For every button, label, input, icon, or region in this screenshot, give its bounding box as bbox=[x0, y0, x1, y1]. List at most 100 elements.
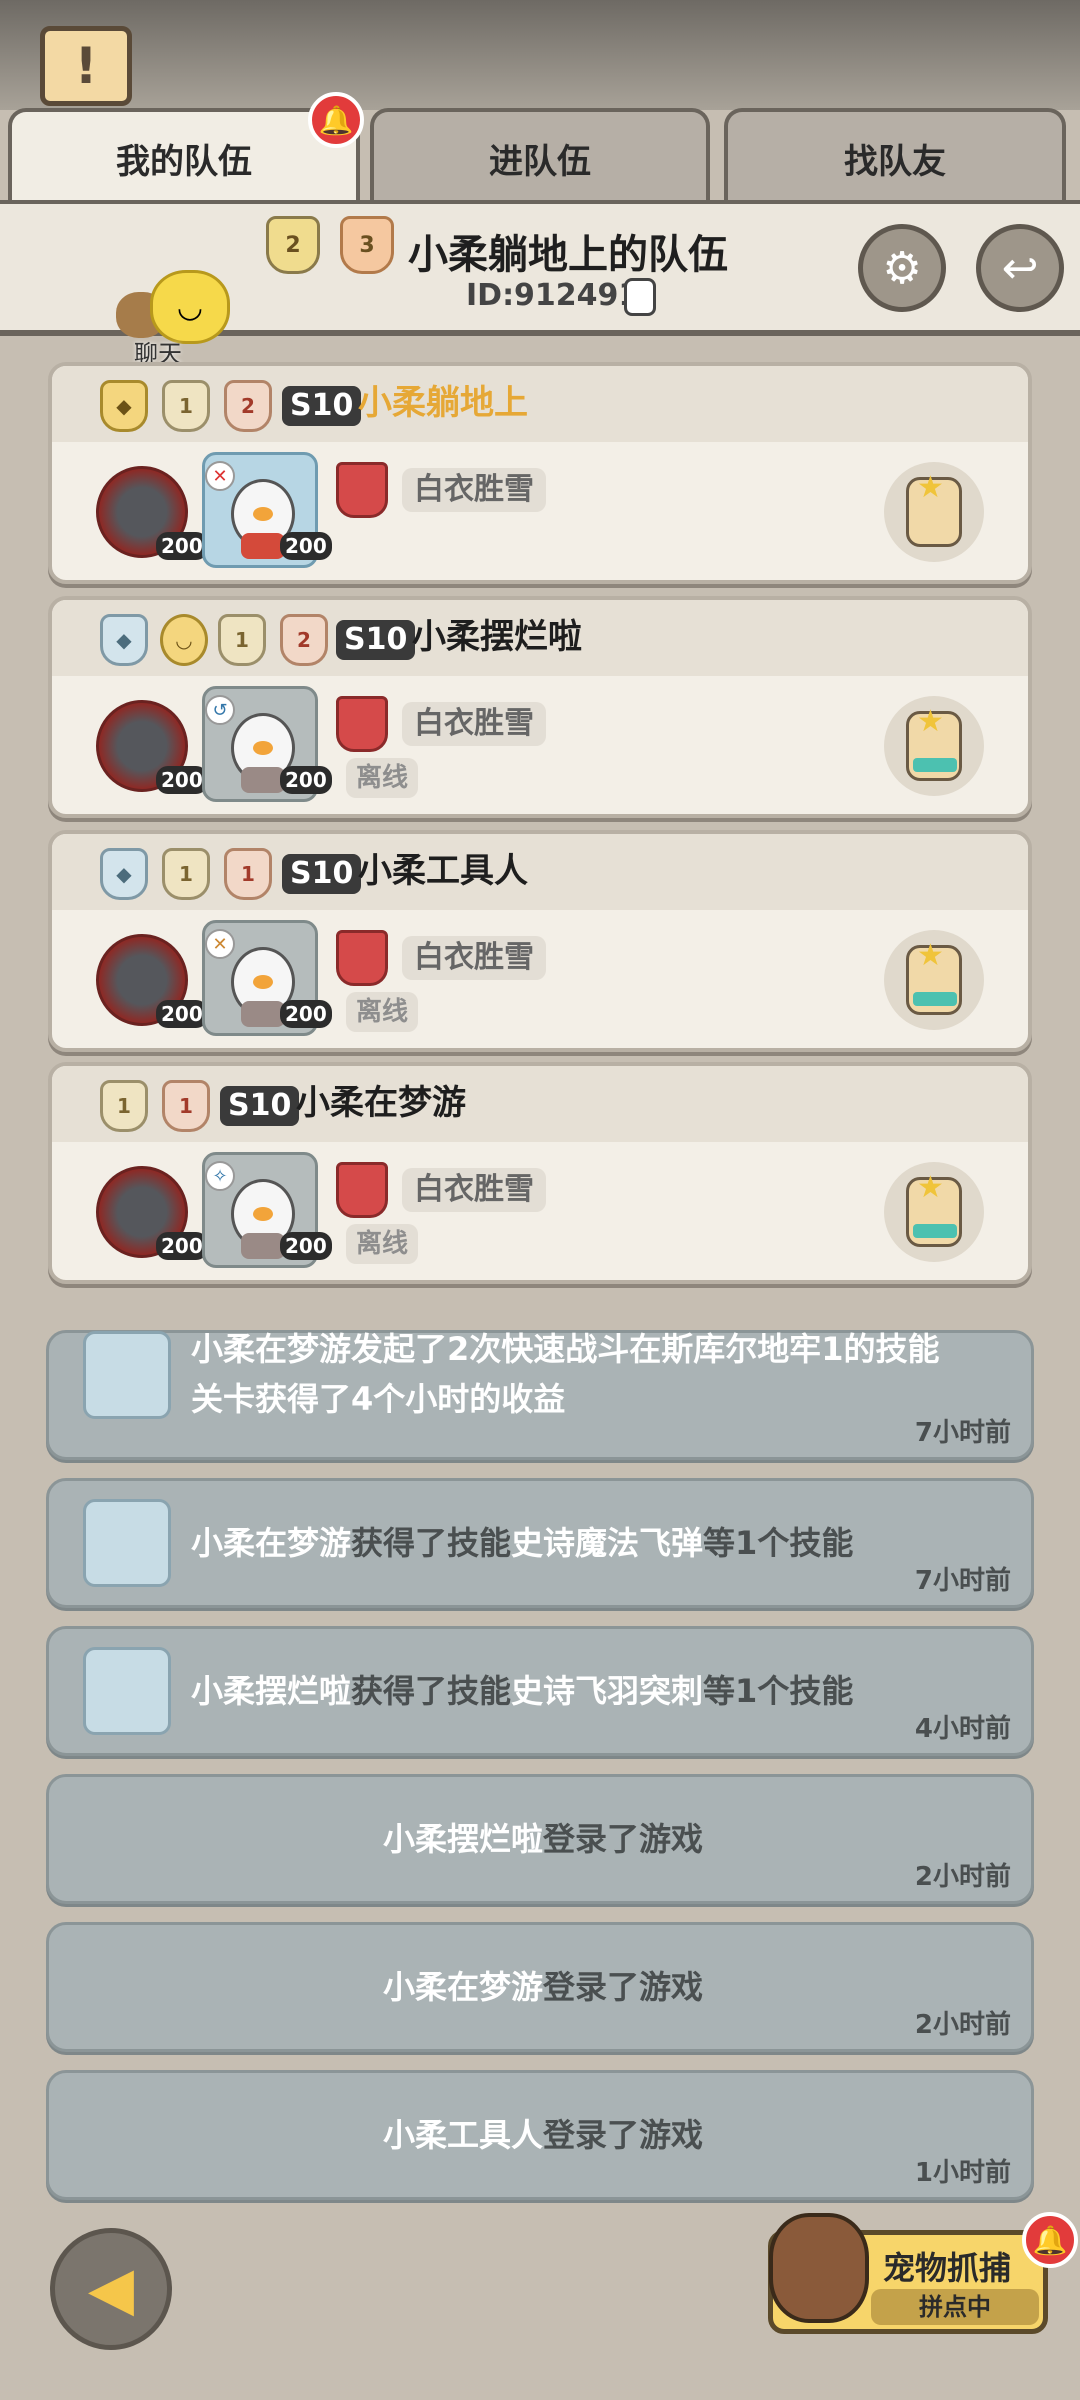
feed-time: 7小时前 bbox=[914, 1418, 1011, 1448]
like-hand-icon[interactable]: ★ bbox=[884, 462, 984, 562]
class-icon: ↺ bbox=[205, 695, 235, 725]
feed-item: 小柔工具人登录了游戏 1小时前 bbox=[46, 2070, 1034, 2200]
feed-time: 1小时前 bbox=[914, 2158, 1011, 2188]
team-notice-scroll-icon[interactable]: ! bbox=[40, 26, 132, 106]
title-banner-icon bbox=[336, 696, 388, 752]
star-icon: ★ bbox=[917, 470, 944, 505]
feed-item: 小柔在梦游登录了游戏 2小时前 bbox=[46, 1922, 1034, 2052]
team-medal-badge-icon: 3 bbox=[340, 216, 394, 274]
title-banner-icon bbox=[336, 1162, 388, 1218]
feed-action: 登录了游戏 bbox=[543, 1820, 704, 1858]
feed-text: 小柔摆烂啦登录了游戏 bbox=[49, 1813, 1037, 1865]
hand-shape: ★ bbox=[906, 1170, 962, 1247]
feed-time: 7小时前 bbox=[914, 1566, 1011, 1596]
member-name: 小柔摆烂啦 bbox=[412, 617, 582, 657]
level-badge-icon: 1 bbox=[162, 380, 210, 432]
title-banner-icon bbox=[336, 930, 388, 986]
offline-status: 离线 bbox=[346, 758, 419, 798]
title-tag: 白衣胜雪 bbox=[402, 936, 546, 980]
feed-player-name: 小柔在梦游 bbox=[191, 1524, 352, 1562]
feed-skill-name: 史诗魔法飞弹 bbox=[511, 1524, 704, 1562]
star-icon: ★ bbox=[917, 704, 944, 739]
hand-shape: ★ bbox=[906, 938, 962, 1015]
feed-skill-name: 史诗飞羽突刺 bbox=[511, 1672, 704, 1710]
like-hand-icon[interactable]: ★ bbox=[884, 930, 984, 1030]
feed-action: 登录了游戏 bbox=[543, 1968, 704, 2006]
tab-find-teammates[interactable]: 找队友 bbox=[724, 108, 1066, 204]
feed-text: 小柔摆烂啦获得了技能史诗飞羽突刺等1个技能 bbox=[191, 1665, 853, 1717]
feed-text: 小柔在梦游登录了游戏 bbox=[49, 1961, 1037, 2013]
feed-time: 2小时前 bbox=[914, 1862, 1011, 1892]
like-hand-icon[interactable]: ★ bbox=[884, 1162, 984, 1262]
guild-rank-icon: ◆ bbox=[100, 380, 148, 432]
like-hand-icon[interactable]: ★ bbox=[884, 696, 984, 796]
tab-label: 进队伍 bbox=[489, 141, 591, 182]
star-icon: ★ bbox=[917, 1170, 944, 1205]
offline-status: 离线 bbox=[346, 1224, 419, 1264]
notification-bell-icon: 🔔 bbox=[308, 92, 364, 148]
pet-catch-title: 宠物抓捕 bbox=[883, 2249, 1012, 2287]
class-icon: ✕ bbox=[205, 461, 235, 491]
penguin-body bbox=[241, 533, 285, 559]
star-icon: ★ bbox=[917, 938, 944, 973]
penguin-body bbox=[241, 1001, 285, 1027]
hand-stripe bbox=[913, 758, 957, 772]
top-bar bbox=[0, 0, 1080, 110]
chat-face-icon[interactable]: ◡ bbox=[150, 270, 230, 344]
feed-time: 4小时前 bbox=[914, 1714, 1011, 1744]
guild-rank-icon: ◆ bbox=[100, 848, 148, 900]
season-tag: S10 bbox=[220, 1086, 300, 1126]
settings-gear-icon[interactable]: ⚙ bbox=[858, 224, 946, 312]
penguin-avatar-icon bbox=[83, 1331, 171, 1419]
feed-item: 小柔摆烂啦获得了技能史诗飞羽突刺等1个技能 4小时前 bbox=[46, 1626, 1034, 1756]
feed-text-line2: 关卡获得了4个小时的收益 bbox=[191, 1380, 566, 1418]
member-card[interactable]: ◆ 1 2 S10 小柔躺地上 200 ✕ 200 白衣胜雪 ★ bbox=[48, 362, 1032, 584]
feed-player-name: 小柔摆烂啦 bbox=[191, 1672, 352, 1710]
medal-badge-icon: 1 bbox=[162, 1080, 210, 1132]
title-banner-icon bbox=[336, 462, 388, 518]
guild-rank-icon: ◆ bbox=[100, 614, 148, 666]
leave-team-icon[interactable]: ↩ bbox=[976, 224, 1064, 312]
pet-catch-button[interactable]: 宠物抓捕 拼点中 bbox=[768, 2213, 1048, 2334]
season-tag: S10 bbox=[336, 620, 416, 660]
notification-bell-icon: 🔔 bbox=[1022, 2212, 1078, 2268]
team-id: ID:912491 bbox=[466, 278, 640, 313]
penguin-avatar-icon bbox=[83, 1647, 171, 1735]
title-tag: 白衣胜雪 bbox=[402, 1168, 546, 1212]
feed-player-name: 小柔在梦游 bbox=[382, 1968, 543, 2006]
level-badge-icon: 1 bbox=[218, 614, 266, 666]
tab-join-team[interactable]: 进队伍 bbox=[370, 108, 710, 204]
pet-level: 200 bbox=[156, 766, 208, 794]
badge-number: 2 bbox=[285, 232, 301, 258]
copy-id-icon[interactable] bbox=[624, 278, 656, 316]
pet-badge-icon: ◡ bbox=[160, 614, 208, 666]
feed-action: 获得了技能 bbox=[351, 1672, 512, 1710]
season-tag: S10 bbox=[282, 854, 362, 894]
member-name: 小柔躺地上 bbox=[358, 383, 528, 423]
penguin-beak bbox=[253, 1207, 273, 1221]
pet-level: 200 bbox=[156, 532, 208, 560]
feed-time: 2小时前 bbox=[914, 2010, 1011, 2040]
team-name: 小柔躺地上的队伍 bbox=[408, 232, 728, 278]
badge-number: 3 bbox=[359, 232, 375, 258]
member-name: 小柔在梦游 bbox=[296, 1083, 466, 1123]
hero-level: 200 bbox=[280, 1000, 332, 1028]
title-tag: 白衣胜雪 bbox=[402, 468, 546, 512]
member-card[interactable]: ◆ 1 1 S10 小柔工具人 200 ✕ 200 白衣胜雪 离线 ★ bbox=[48, 830, 1032, 1052]
back-arrow-icon[interactable]: ◀ bbox=[50, 2228, 172, 2350]
feed-item: 小柔摆烂啦登录了游戏 2小时前 bbox=[46, 1774, 1034, 1904]
feed-text: 小柔工具人登录了游戏 bbox=[49, 2109, 1037, 2161]
member-card[interactable]: ◆ ◡ 1 2 S10 小柔摆烂啦 200 ↺ 200 白衣胜雪 离线 ★ bbox=[48, 596, 1032, 818]
feed-text: 小柔在梦游获得了技能史诗魔法飞弹等1个技能 bbox=[191, 1517, 853, 1569]
hand-stripe bbox=[913, 1224, 957, 1238]
level-badge-icon: 1 bbox=[162, 848, 210, 900]
title-tag: 白衣胜雪 bbox=[402, 702, 546, 746]
member-card[interactable]: 1 1 S10 小柔在梦游 200 ✧ 200 白衣胜雪 离线 ★ bbox=[48, 1062, 1032, 1284]
feed-suffix: 等1个技能 bbox=[703, 1672, 854, 1710]
tab-label: 找队友 bbox=[844, 141, 946, 182]
feed-action: 获得了技能 bbox=[351, 1524, 512, 1562]
hero-level: 200 bbox=[280, 1232, 332, 1260]
penguin-beak bbox=[253, 507, 273, 521]
medal-badge-icon: 2 bbox=[224, 380, 272, 432]
penguin-beak bbox=[253, 975, 273, 989]
